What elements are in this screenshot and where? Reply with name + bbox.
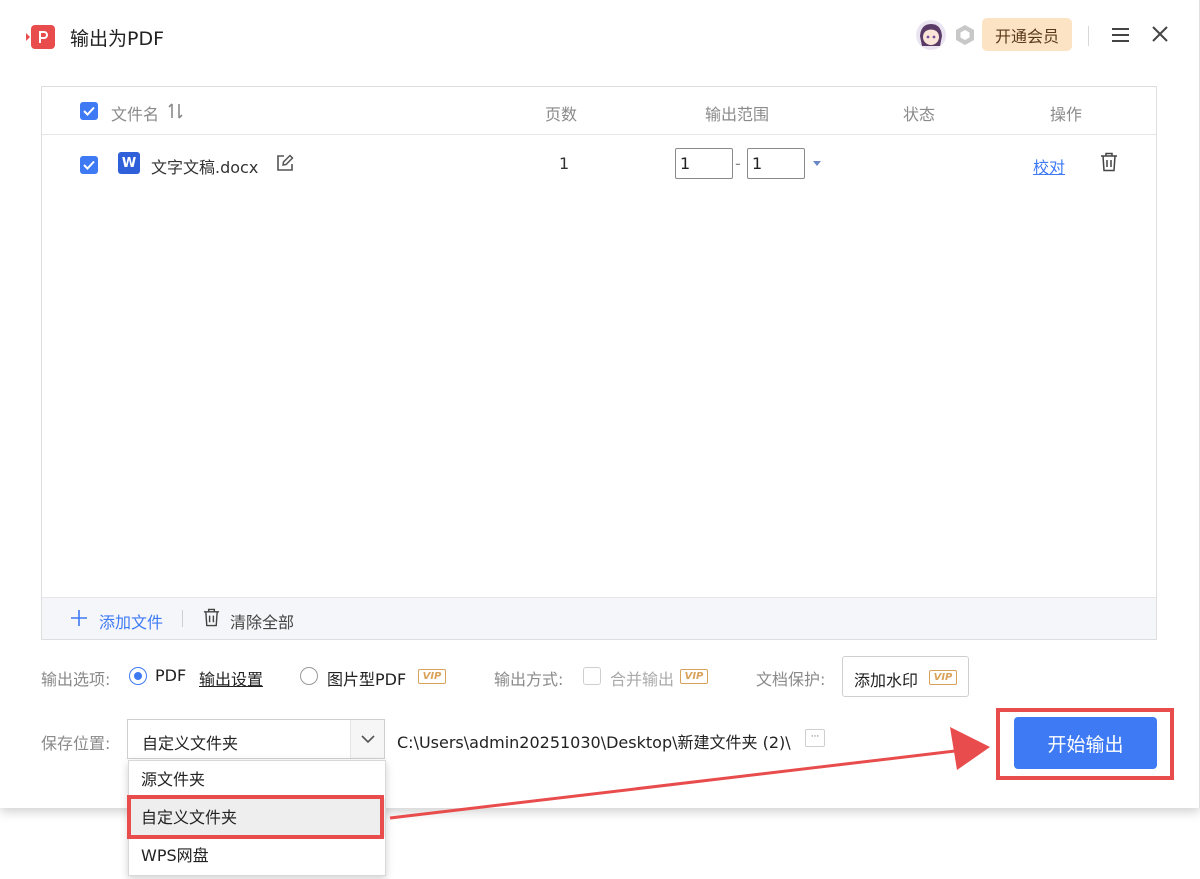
range-dropdown-icon[interactable] (812, 160, 822, 168)
output-options-label: 输出选项: (41, 670, 111, 689)
vip-tag: VIP (929, 670, 957, 685)
annotation-highlight-custom-folder (127, 795, 384, 839)
plus-icon[interactable] (70, 609, 88, 627)
header-action: 操作 (1050, 105, 1083, 124)
member-level-badge-icon[interactable] (954, 24, 976, 46)
select-arrow-box[interactable] (350, 720, 384, 758)
file-list-panel: 文件名 页数 输出范围 状态 操作 W 文字文稿.docx 1 1 - 1 校对… (41, 86, 1157, 640)
browse-folder-button[interactable]: ··· (805, 729, 825, 747)
pdf-radio[interactable] (129, 667, 147, 685)
page-count: 1 (559, 154, 570, 173)
menu-icon[interactable] (1110, 24, 1132, 46)
image-pdf-radio[interactable] (300, 667, 318, 685)
add-watermark-button[interactable]: 添加水印 VIP (842, 656, 969, 697)
table-row: W 文字文稿.docx 1 1 - 1 校对 (42, 135, 1156, 195)
word-file-icon: W (118, 152, 140, 174)
image-pdf-label[interactable]: 图片型PDF (327, 666, 406, 690)
add-watermark-label: 添加水印 (854, 671, 919, 690)
table-header: 文件名 页数 输出范围 状态 操作 (42, 87, 1156, 135)
file-panel-footer: 添加文件 清除全部 (42, 597, 1156, 639)
save-location-select[interactable]: 自定义文件夹 (127, 719, 385, 759)
file-name: 文字文稿.docx (151, 158, 259, 177)
pdf-radio-label[interactable]: PDF (155, 666, 186, 685)
export-pdf-window: 输出为PDF 开通会员 文件名 页数 输出范围 状态 操作 W 文字文稿.doc… (0, 0, 1200, 808)
output-settings-link[interactable]: 输出设置 (199, 666, 263, 690)
save-path: C:\Users\admin20251030\Desktop\新建文件夹 (2)… (397, 733, 791, 752)
close-icon[interactable] (1150, 24, 1170, 44)
header-pages: 页数 (545, 105, 578, 124)
proofread-link[interactable]: 校对 (1033, 154, 1065, 178)
range-separator: - (735, 154, 741, 173)
clear-trash-icon (203, 608, 220, 627)
save-location-value: 自定义文件夹 (142, 734, 239, 753)
add-file-button[interactable]: 添加文件 (99, 609, 163, 633)
vip-tag: VIP (680, 669, 708, 684)
rename-edit-icon[interactable] (276, 154, 294, 172)
dropdown-option-wps-cloud[interactable]: WPS网盘 (129, 837, 385, 875)
range-to-input[interactable]: 1 (747, 148, 805, 179)
vip-tag: VIP (418, 669, 446, 684)
dropdown-option-source-folder[interactable]: 源文件夹 (129, 761, 385, 799)
annotation-highlight-start-button (996, 708, 1174, 780)
header-filename[interactable]: 文件名 (111, 101, 159, 125)
pdf-app-logo-icon (26, 25, 55, 49)
merge-output-checkbox[interactable] (583, 667, 601, 685)
header-status: 状态 (903, 105, 936, 124)
open-membership-button[interactable]: 开通会员 (982, 18, 1072, 51)
range-from-input[interactable]: 1 (675, 148, 733, 179)
merge-output-label[interactable]: 合并输出 (610, 666, 674, 690)
header-range: 输出范围 (705, 105, 770, 124)
output-method-label: 输出方式: (494, 670, 564, 689)
select-all-checkbox[interactable] (80, 102, 98, 120)
chevron-down-icon (361, 735, 375, 744)
sort-icon[interactable] (168, 102, 184, 120)
title-bar: 输出为PDF 开通会员 (0, 0, 1200, 72)
clear-all-button[interactable]: 清除全部 (230, 609, 294, 633)
title-divider (1088, 26, 1089, 46)
delete-trash-icon[interactable] (1100, 152, 1118, 172)
user-avatar[interactable] (916, 20, 946, 50)
check-icon (83, 160, 95, 170)
window-title: 输出为PDF (70, 28, 165, 50)
doc-protect-label: 文档保护: (756, 670, 826, 689)
footer-divider (182, 610, 183, 627)
row-checkbox[interactable] (80, 156, 98, 174)
check-icon (83, 106, 95, 116)
save-location-label: 保存位置: (41, 734, 111, 753)
